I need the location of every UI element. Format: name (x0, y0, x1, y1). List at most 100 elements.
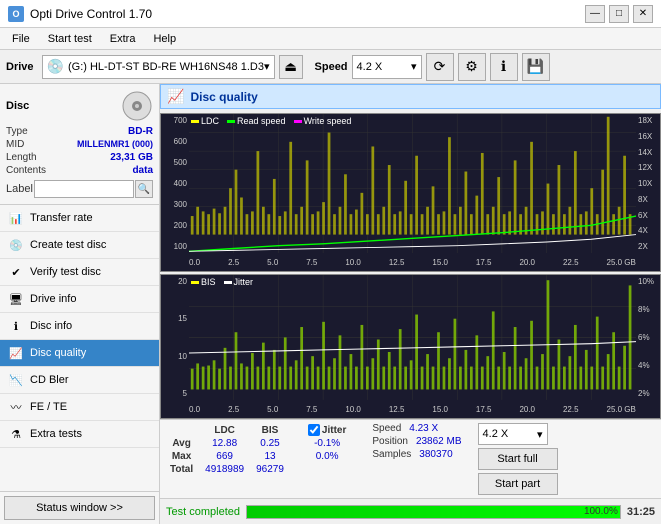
chart2-legend: BIS Jitter (191, 277, 253, 287)
sidebar-item-disc-quality[interactable]: 📈 Disc quality (0, 340, 159, 367)
stats-bar: LDC BIS Jitter Avg 12.88 0.2 (160, 419, 661, 498)
settings-button[interactable]: ⚙ (458, 53, 486, 81)
sidebar-item-transfer-rate[interactable]: 📊 Transfer rate (0, 205, 159, 232)
sidebar-item-verify-test-disc[interactable]: ✔ Verify test disc (0, 259, 159, 286)
chart1-x-axis: 0.0 2.5 5.0 7.5 10.0 12.5 15.0 17.5 20.0… (189, 253, 636, 271)
label-input[interactable] (34, 180, 134, 198)
sidebar-item-fe-te[interactable]: 〰 FE / TE (0, 394, 159, 421)
ldc-header: LDC (199, 423, 250, 437)
chart2-y-axis-left: 20 15 10 5 (161, 275, 189, 400)
chart2-y-axis-right: 10% 8% 6% 4% 2% (636, 275, 660, 400)
sidebar-item-drive-info[interactable]: 🖥 Drive info (0, 286, 159, 313)
content-area: 📈 Disc quality 700 600 500 400 300 200 1… (160, 84, 661, 524)
type-label: Type (6, 126, 28, 137)
info-button[interactable]: ℹ (490, 53, 518, 81)
speed-selector[interactable]: 4.2 X ▾ (352, 55, 422, 79)
main-layout: Disc Type BD-R MID MILLENMR1 (000) Lengt… (0, 84, 661, 524)
transfer-rate-icon: 📊 (8, 210, 24, 226)
titlebar: O Opti Drive Control 1.70 — □ ✕ (0, 0, 661, 28)
speed-label: Speed (315, 61, 348, 73)
app-title: Opti Drive Control 1.70 (30, 7, 152, 21)
drive-selector[interactable]: 💿 (G:) HL-DT-ST BD-RE WH16NS48 1.D3 ▾ (42, 55, 275, 79)
position-value: 23862 MB (416, 436, 462, 447)
chart2-x-axis: 0.0 2.5 5.0 7.5 10.0 12.5 15.0 17.5 20.0… (189, 400, 636, 418)
nav-label-create-test-disc: Create test disc (30, 239, 106, 251)
speed-stat-value: 4.23 X (409, 423, 438, 434)
minimize-button[interactable]: — (585, 5, 605, 23)
nav-label-drive-info: Drive info (30, 293, 76, 305)
menu-start-test[interactable]: Start test (40, 31, 100, 47)
label-label: Label (6, 183, 33, 195)
avg-label: Avg (164, 437, 199, 450)
avg-ldc: 12.88 (199, 437, 250, 450)
speed-select-group: 4.2 X ▾ Start full Start part (478, 423, 558, 495)
max-ldc: 669 (199, 450, 250, 463)
stat-table: LDC BIS Jitter Avg 12.88 0.2 (164, 423, 352, 476)
disc-quality-icon: 📈 (8, 345, 24, 361)
stats-speed-value: 4.2 X (483, 428, 509, 440)
mid-value: MILLENMR1 (000) (77, 139, 153, 150)
save-button[interactable]: 💾 (522, 53, 550, 81)
cd-bler-icon: 📉 (8, 372, 24, 388)
nav-label-verify-test-disc: Verify test disc (30, 266, 101, 278)
create-test-disc-icon: 💿 (8, 237, 24, 253)
total-bis: 96279 (250, 463, 290, 476)
progress-percent: 100.0% (584, 506, 618, 518)
nav-label-disc-quality: Disc quality (30, 347, 86, 359)
chart1-svg (189, 114, 636, 253)
eject-button[interactable]: ⏏ (279, 55, 303, 79)
disc-quality-header: 📈 Disc quality (160, 84, 661, 109)
status-window-button[interactable]: Status window >> (4, 496, 155, 520)
max-jitter: 0.0% (302, 450, 352, 463)
refresh-button[interactable]: ⟳ (426, 53, 454, 81)
sidebar: Disc Type BD-R MID MILLENMR1 (000) Lengt… (0, 84, 160, 524)
max-label: Max (164, 450, 199, 463)
chart-ldc: 700 600 500 400 300 200 100 18X 16X 14X … (160, 113, 661, 272)
jitter-checkbox-row: Jitter (308, 424, 346, 436)
contents-label: Contents (6, 165, 46, 176)
sidebar-item-cd-bler[interactable]: 📉 CD Bler (0, 367, 159, 394)
progress-time: 31:25 (627, 506, 655, 518)
avg-jitter: -0.1% (302, 437, 352, 450)
disc-quality-title: Disc quality (190, 90, 257, 104)
speed-stats: Speed 4.23 X Position 23862 MB Samples 3… (372, 423, 461, 460)
nav-label-fe-te: FE / TE (30, 401, 67, 413)
nav-label-transfer-rate: Transfer rate (30, 212, 93, 224)
label-search-button[interactable]: 🔍 (135, 180, 153, 198)
progress-area: Test completed 100.0% 31:25 (160, 498, 661, 524)
jitter-checkbox[interactable] (308, 424, 320, 436)
stats-speed-selector[interactable]: 4.2 X ▾ (478, 423, 548, 445)
chart-bis: 20 15 10 5 10% 8% 6% 4% 2% BIS Jitter (160, 274, 661, 419)
fe-te-icon: 〰 (8, 399, 24, 415)
max-bis: 13 (250, 450, 290, 463)
progress-status-label: Test completed (166, 506, 240, 518)
chart1-y-axis-left: 700 600 500 400 300 200 100 (161, 114, 189, 253)
disc-section: Disc Type BD-R MID MILLENMR1 (000) Lengt… (0, 84, 159, 205)
menu-help[interactable]: Help (145, 31, 184, 47)
disc-info-icon: ℹ (8, 318, 24, 334)
maximize-button[interactable]: □ (609, 5, 629, 23)
speed-value: 4.2 X (357, 61, 383, 73)
toolbar: Drive 💿 (G:) HL-DT-ST BD-RE WH16NS48 1.D… (0, 50, 661, 84)
type-value: BD-R (128, 126, 153, 137)
jitter-header: Jitter (322, 425, 346, 436)
position-label: Position (372, 436, 408, 447)
total-ldc: 4918989 (199, 463, 250, 476)
close-button[interactable]: ✕ (633, 5, 653, 23)
start-part-button[interactable]: Start part (478, 473, 558, 495)
drive-value: (G:) HL-DT-ST BD-RE WH16NS48 1.D3 (68, 61, 264, 73)
sidebar-item-disc-info[interactable]: ℹ Disc info (0, 313, 159, 340)
sidebar-bottom: Status window >> (0, 491, 159, 524)
length-label: Length (6, 152, 37, 163)
contents-value: data (132, 165, 153, 176)
speed-stat-label: Speed (372, 423, 401, 434)
sidebar-item-create-test-disc[interactable]: 💿 Create test disc (0, 232, 159, 259)
total-label: Total (164, 463, 199, 476)
sidebar-item-extra-tests[interactable]: ⚗ Extra tests (0, 421, 159, 448)
menu-file[interactable]: File (4, 31, 38, 47)
verify-test-disc-icon: ✔ (8, 264, 24, 280)
start-full-button[interactable]: Start full (478, 448, 558, 470)
menu-extra[interactable]: Extra (102, 31, 144, 47)
window-controls: — □ ✕ (585, 5, 653, 23)
nav-label-disc-info: Disc info (30, 320, 72, 332)
